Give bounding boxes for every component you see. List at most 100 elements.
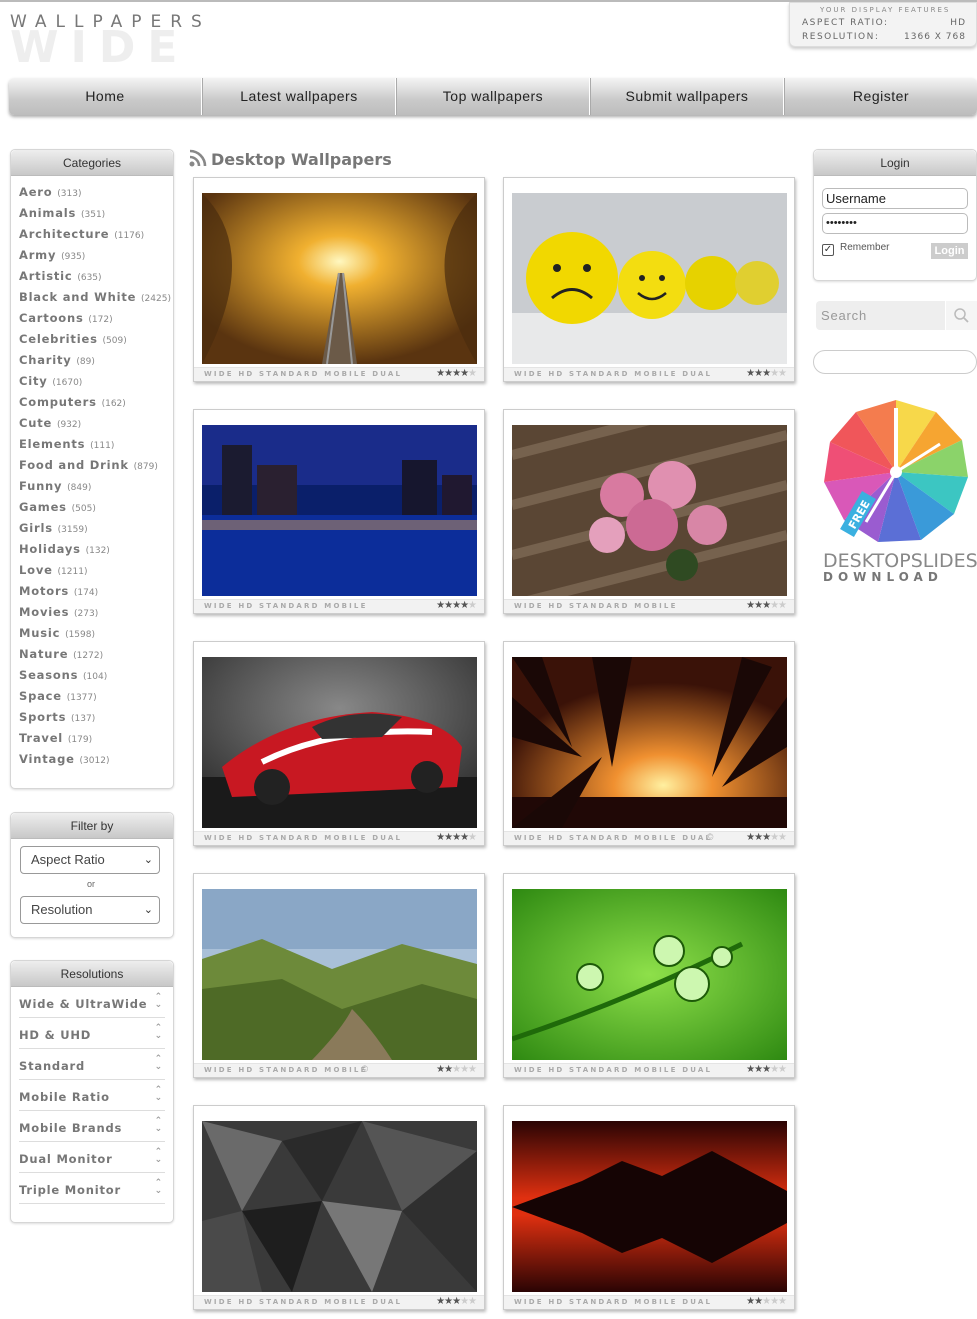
resolution-item[interactable]: Triple Monitor ⌃ ⌄ — [19, 1173, 165, 1204]
wallpaper-image-pink-peonies[interactable] — [512, 425, 787, 596]
site-logo[interactable]: WALLPAPERS WIDE — [10, 12, 270, 73]
username-field[interactable]: Username — [822, 188, 968, 209]
desktopslides-ad[interactable]: FREE DESKTOPSLIDES DOWNLOAD — [816, 398, 977, 588]
wallpaper-thumbnail[interactable]: WIDE HD STANDARD MOBILE ★★★★★ — [193, 409, 485, 614]
category-item[interactable]: Motors (174) — [19, 583, 173, 604]
category-item[interactable]: Seasons (104) — [19, 667, 173, 688]
resolution-item[interactable]: HD & UHD ⌃ ⌄ — [19, 1018, 165, 1049]
wallpaper-formats: WIDE HD STANDARD MOBILE DUAL — [514, 370, 713, 378]
resolution-select[interactable]: Resolution ⌄ — [20, 896, 160, 924]
category-item[interactable]: Sports (137) — [19, 709, 173, 730]
category-item[interactable]: Vintage (3012) — [19, 751, 173, 772]
category-item[interactable]: Nature (1272) — [19, 646, 173, 667]
category-item[interactable]: Computers (162) — [19, 394, 173, 415]
category-item[interactable]: Aero (313) — [19, 184, 173, 205]
star-icon: ★ — [436, 368, 445, 379]
category-item[interactable]: Animals (351) — [19, 205, 173, 226]
wallpaper-thumbnail[interactable]: WIDE HD STANDARD MOBILE DUAL ★★★★★ — [503, 873, 795, 1078]
category-item[interactable]: Girls (3159) — [19, 520, 173, 541]
star-icon: ★ — [452, 368, 461, 379]
resolution-item[interactable]: Dual Monitor ⌃ ⌄ — [19, 1142, 165, 1173]
filter-panel: Filter by Aspect Ratio ⌄ or Resolution ⌄ — [10, 812, 174, 938]
category-item[interactable]: Holidays (132) — [19, 541, 173, 562]
wallpaper-image-red-sports-car[interactable] — [202, 657, 477, 828]
rating-stars: ★★★★★ — [436, 1064, 477, 1075]
category-item[interactable]: Love (1211) — [19, 562, 173, 583]
star-icon: ★ — [762, 832, 771, 843]
wallpaper-formats: WIDE HD STANDARD MOBILE — [514, 602, 678, 610]
rating-stars: ★★★★★ — [746, 1296, 787, 1307]
resolution-item[interactable]: Mobile Ratio ⌃ ⌄ — [19, 1080, 165, 1111]
category-item[interactable]: Cartoons (172) — [19, 310, 173, 331]
wallpaper-image-night-city-harbor[interactable] — [202, 425, 477, 596]
wallpaper-image-water-drops-green[interactable] — [512, 889, 787, 1060]
category-item[interactable]: Black and White (2425) — [19, 289, 173, 310]
category-item[interactable]: Music (1598) — [19, 625, 173, 646]
category-item[interactable]: Army (935) — [19, 247, 173, 268]
wallpaper-image-red-lake-reflection[interactable] — [512, 1121, 787, 1292]
star-icon: ★ — [746, 600, 755, 611]
star-icon: ★ — [444, 600, 453, 611]
resolution-item[interactable]: Wide & UltraWide ⌃ ⌄ — [19, 987, 165, 1018]
wallpaper-thumbnail[interactable]: WIDE HD STANDARD MOBILE DUAL ★★★★★ — [503, 1105, 795, 1310]
category-count: (849) — [67, 483, 92, 493]
category-item[interactable]: Travel (179) — [19, 730, 173, 751]
category-item[interactable]: Funny (849) — [19, 478, 173, 499]
wallpaper-image-palm-sunset[interactable] — [512, 657, 787, 828]
category-item[interactable]: Charity (89) — [19, 352, 173, 373]
category-item[interactable]: Artistic (635) — [19, 268, 173, 289]
category-item[interactable]: Elements (111) — [19, 436, 173, 457]
wallpaper-thumbnail[interactable]: WIDE HD STANDARD MOBILE DUAL ★★★★★ — [193, 1105, 485, 1310]
resolution-item-label: Triple Monitor — [19, 1183, 121, 1197]
search-button[interactable] — [945, 301, 977, 330]
rating-stars: ★★★★★ — [746, 600, 787, 611]
sort-arrows-icon: ⌃ ⌄ — [154, 1023, 163, 1041]
wallpaper-image-yellow-smiley-balls[interactable] — [512, 193, 787, 364]
nav-latest-wallpapers[interactable]: Latest wallpapers — [202, 78, 396, 115]
category-count: (509) — [102, 336, 127, 346]
category-item[interactable]: Games (505) — [19, 499, 173, 520]
category-count: (935) — [61, 252, 86, 262]
search-input[interactable]: Search — [821, 308, 867, 323]
star-icon: ★ — [436, 1296, 445, 1307]
nav-submit-wallpapers[interactable]: Submit wallpapers — [590, 78, 784, 115]
nav-home[interactable]: Home — [9, 78, 202, 115]
resolution-item[interactable]: Mobile Brands ⌃ ⌄ — [19, 1111, 165, 1142]
wallpaper-thumbnail[interactable]: WIDE HD STANDARD MOBILE DUAL ★★★★★ — [193, 177, 485, 382]
category-item[interactable]: Space (1377) — [19, 688, 173, 709]
wallpaper-image-mountain-valley[interactable] — [202, 889, 477, 1060]
resolution-item-label: Wide & UltraWide — [19, 997, 148, 1011]
remember-label: Remember — [840, 242, 890, 253]
resolution-item[interactable]: Standard ⌃ ⌄ — [19, 1049, 165, 1080]
star-icon: ★ — [444, 368, 453, 379]
remember-checkbox[interactable]: ✓ Remember — [822, 242, 889, 256]
wallpaper-image-dark-polygons[interactable] — [202, 1121, 477, 1292]
wallpaper-thumbnail[interactable]: WIDE HD STANDARD MOBILE © ★★★★★ — [193, 873, 485, 1078]
star-icon: ★ — [778, 368, 787, 379]
category-count: (932) — [56, 420, 82, 430]
category-item[interactable]: Architecture (1176) — [19, 226, 173, 247]
logo-line2: WIDE — [10, 22, 190, 73]
wallpaper-thumbnail[interactable]: WIDE HD STANDARD MOBILE DUAL ★★★★★ — [193, 641, 485, 846]
wallpaper-thumbnail[interactable]: WIDE HD STANDARD MOBILE ★★★★★ — [503, 409, 795, 614]
wallpaper-thumbnail[interactable]: WIDE HD STANDARD MOBILE DUAL © ★★★★★ — [503, 641, 795, 846]
nav-top-wallpapers[interactable]: Top wallpapers — [396, 78, 590, 115]
aspect-ratio-select[interactable]: Aspect Ratio ⌄ — [20, 846, 160, 874]
password-field[interactable]: •••••••• — [822, 213, 968, 234]
wallpaper-info-bar: WIDE HD STANDARD MOBILE DUAL ★★★★★ — [504, 1063, 794, 1077]
category-item[interactable]: Food and Drink (879) — [19, 457, 173, 478]
search-icon — [954, 308, 969, 323]
nav-register[interactable]: Register — [784, 78, 977, 115]
resolution-value: 1366 X 768 — [904, 32, 966, 42]
category-item[interactable]: Cute (932) — [19, 415, 173, 436]
category-name: Games — [19, 500, 67, 514]
star-icon: ★ — [770, 368, 779, 379]
category-item[interactable]: Movies (273) — [19, 604, 173, 625]
category-item[interactable]: Celebrities (509) — [19, 331, 173, 352]
wallpaper-formats: WIDE HD STANDARD MOBILE — [204, 1066, 368, 1074]
category-item[interactable]: City (1670) — [19, 373, 173, 394]
wallpaper-thumbnail[interactable]: WIDE HD STANDARD MOBILE DUAL ★★★★★ — [503, 177, 795, 382]
wallpaper-image-autumn-railway[interactable] — [202, 193, 477, 364]
login-button[interactable]: Login — [931, 243, 968, 259]
rating-stars: ★★★★★ — [746, 1064, 787, 1075]
